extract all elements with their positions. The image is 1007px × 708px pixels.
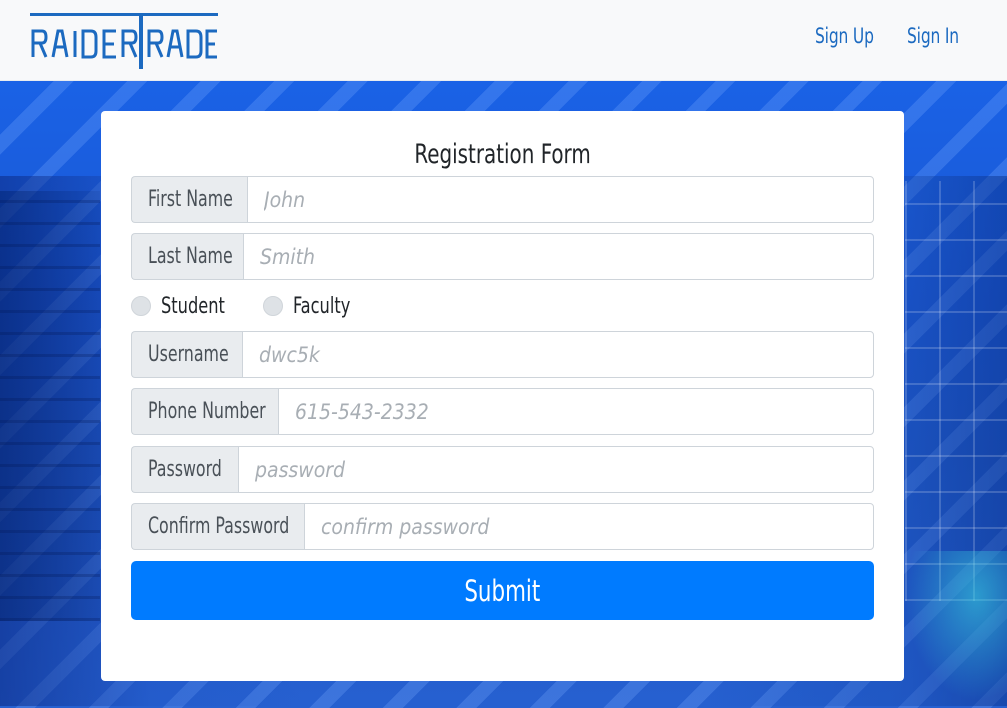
- phone-number-input[interactable]: [278, 388, 874, 435]
- navbar: Sign Up Sign In: [0, 0, 1007, 81]
- role-radio-group: Student Faculty: [131, 293, 387, 319]
- password-input[interactable]: [238, 446, 874, 493]
- confirm-password-group: Confirm Password: [131, 503, 874, 550]
- student-radio[interactable]: [131, 296, 151, 316]
- registration-card: Registration Form First Name Last Name S…: [101, 111, 904, 681]
- phone-number-label: Phone Number: [131, 388, 278, 435]
- nav-sign-in-link[interactable]: Sign In: [907, 24, 966, 48]
- username-input[interactable]: [242, 331, 874, 378]
- logo-icon: [30, 13, 218, 69]
- last-name-input[interactable]: [243, 233, 874, 280]
- student-radio-label: Student: [161, 293, 225, 319]
- username-label: Username: [131, 331, 242, 378]
- form-title: Registration Form: [414, 139, 591, 170]
- building-window-grid: [905, 181, 1007, 601]
- nav-sign-up-link[interactable]: Sign Up: [815, 24, 874, 48]
- first-name-label: First Name: [131, 176, 247, 223]
- first-name-input[interactable]: [247, 176, 874, 223]
- logo[interactable]: [28, 11, 220, 69]
- submit-button[interactable]: Submit: [131, 561, 874, 620]
- confirm-password-input[interactable]: [304, 503, 874, 550]
- confirm-password-label: Confirm Password: [131, 503, 304, 550]
- fountain-glow: [905, 551, 1007, 701]
- faculty-radio[interactable]: [262, 296, 283, 316]
- username-group: Username: [131, 331, 874, 378]
- building-left-wall: [0, 191, 100, 621]
- last-name-label: Last Name: [131, 233, 243, 280]
- phone-number-group: Phone Number: [131, 388, 874, 435]
- last-name-group: Last Name: [131, 233, 874, 280]
- password-label: Password: [131, 446, 238, 493]
- first-name-group: First Name: [131, 176, 874, 223]
- nav-links: Sign Up Sign In: [815, 24, 979, 48]
- faculty-radio-label: Faculty: [292, 293, 351, 319]
- password-group: Password: [131, 446, 874, 493]
